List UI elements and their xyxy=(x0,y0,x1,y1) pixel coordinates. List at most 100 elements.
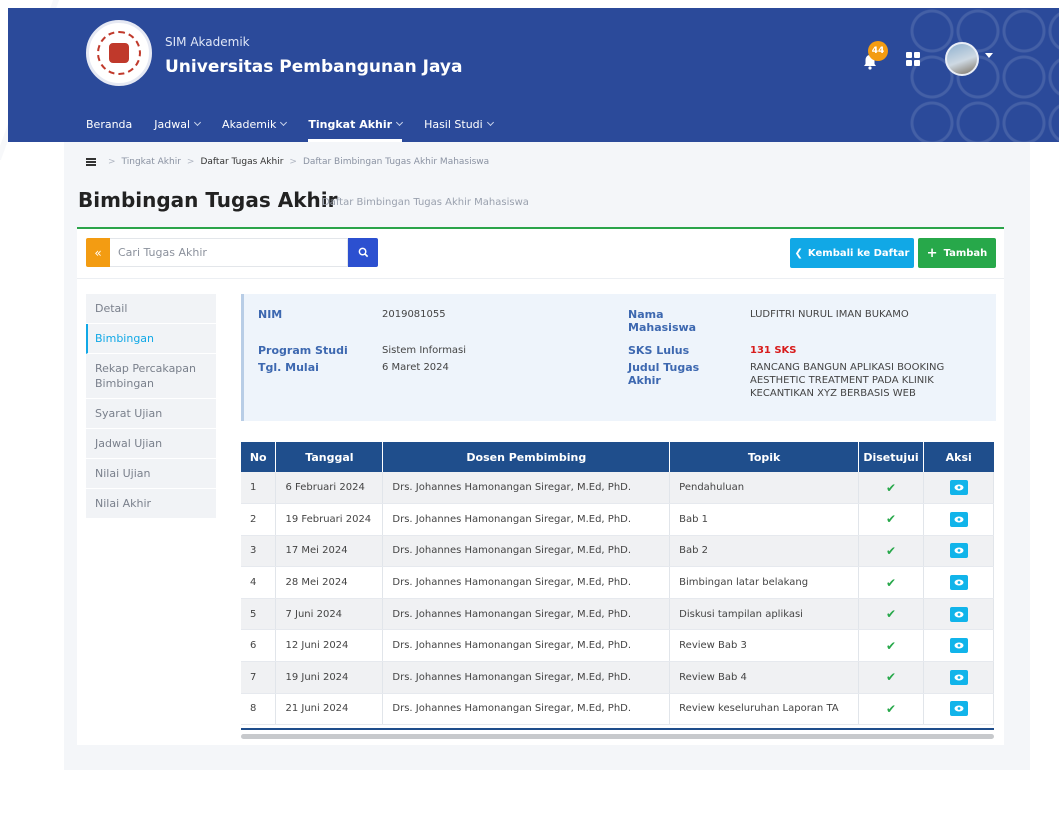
cell-tanggal: 7 Juni 2024 xyxy=(275,598,384,631)
university-logo[interactable] xyxy=(86,20,152,86)
cell-no: 4 xyxy=(241,566,277,599)
check-icon: ✔ xyxy=(885,575,897,590)
start-date-label: Tgl. Mulai xyxy=(258,361,319,374)
view-button[interactable] xyxy=(949,543,968,559)
student-info-panel: NIM 2019081055 Program Studi Sistem Info… xyxy=(241,294,996,421)
cell-tanggal: 12 Juni 2024 xyxy=(275,629,384,663)
side-item-jadwal-ujian[interactable]: Jadwal Ujian xyxy=(86,429,216,459)
nav-item-hasil-studi[interactable]: Hasil Studi xyxy=(424,116,494,132)
search-icon xyxy=(358,247,368,258)
breadcrumb-item[interactable]: Daftar Tugas Akhir xyxy=(200,157,283,167)
cell-topik: Bab 2 xyxy=(669,535,860,568)
col-header-dosen: Dosen Pembimbing xyxy=(382,442,671,472)
cell-dosen: Drs. Johannes Hamonangan Siregar, M.Ed, … xyxy=(382,629,671,663)
program-value: Sistem Informasi xyxy=(382,345,467,356)
chevron-down-icon xyxy=(396,118,404,127)
cell-topik: Bimbingan latar belakang xyxy=(669,566,860,599)
check-icon: ✔ xyxy=(885,670,897,685)
cell-tanggal: 6 Februari 2024 xyxy=(275,472,384,505)
search-button[interactable] xyxy=(348,238,378,267)
sks-value: 131 SKS xyxy=(750,345,797,356)
nav-item-tingkat-akhir[interactable]: Tingkat Akhir xyxy=(308,116,404,142)
view-button[interactable] xyxy=(949,606,968,622)
notification-badge: 44 xyxy=(868,41,888,61)
table-row: 3 17 Mei 2024 Drs. Johannes Hamonangan S… xyxy=(241,535,994,568)
add-button[interactable]: + Tambah xyxy=(918,238,996,268)
app-title: Universitas Pembangunan Jaya xyxy=(165,57,463,77)
logo-ring xyxy=(97,31,141,75)
table-header-row: No Tanggal Dosen Pembimbing Topik Disetu… xyxy=(241,442,994,472)
side-item-nilai-ujian[interactable]: Nilai Ujian xyxy=(86,459,216,489)
check-icon: ✔ xyxy=(885,607,897,622)
program-label: Program Studi xyxy=(258,344,348,357)
view-button[interactable] xyxy=(949,480,968,496)
nav-item-jadwal[interactable]: Jadwal xyxy=(154,116,202,132)
collapse-button[interactable]: « xyxy=(86,238,110,267)
cell-dosen: Drs. Johannes Hamonangan Siregar, M.Ed, … xyxy=(382,472,671,505)
breadcrumb-item[interactable]: Tingkat Akhir xyxy=(122,157,181,167)
nav-item-akademik[interactable]: Akademik xyxy=(222,116,288,132)
side-item-rekap-percakapan[interactable]: Rekap Percakapan Bimbingan xyxy=(86,354,216,399)
check-icon: ✔ xyxy=(885,638,897,653)
search-input[interactable] xyxy=(110,238,348,267)
cell-tanggal: 19 Februari 2024 xyxy=(275,503,384,536)
cell-tanggal: 17 Mei 2024 xyxy=(275,535,384,568)
page-subtitle: Daftar Bimbingan Tugas Akhir Mahasiswa xyxy=(322,197,529,208)
table-row: 6 12 Juni 2024 Drs. Johannes Hamonangan … xyxy=(241,629,994,663)
back-to-list-button[interactable]: ❮ Kembali ke Daftar xyxy=(790,238,914,268)
table-row: 4 28 Mei 2024 Drs. Johannes Hamonangan S… xyxy=(241,566,994,599)
start-date-value: 6 Maret 2024 xyxy=(382,362,449,373)
side-item-syarat-ujian[interactable]: Syarat Ujian xyxy=(86,399,216,429)
side-item-bimbingan[interactable]: Bimbingan xyxy=(86,324,216,354)
chevron-down-icon xyxy=(194,118,202,127)
table-row: 1 6 Februari 2024 Drs. Johannes Hamonang… xyxy=(241,472,994,505)
eye-icon xyxy=(954,516,963,523)
side-item-nilai-akhir[interactable]: Nilai Akhir xyxy=(86,489,216,519)
cell-tanggal: 28 Mei 2024 xyxy=(275,566,384,599)
cell-tanggal: 21 Juni 2024 xyxy=(275,693,384,726)
card-toolbar: « ❮ Kembali ke Daftar + Tambah xyxy=(77,229,1004,279)
table-row: 5 7 Juni 2024 Drs. Johannes Hamonangan S… xyxy=(241,598,994,631)
view-button[interactable] xyxy=(949,575,968,591)
cell-dosen: Drs. Johannes Hamonangan Siregar, M.Ed, … xyxy=(382,661,671,694)
view-button[interactable] xyxy=(949,638,968,654)
nav-item-beranda[interactable]: Beranda xyxy=(86,116,132,132)
page-title: Bimbingan Tugas Akhir xyxy=(78,188,338,212)
eye-icon xyxy=(954,611,963,618)
student-name-value: LUDFITRI NURUL IMAN BUKAMO xyxy=(750,309,909,320)
cell-dosen: Drs. Johannes Hamonangan Siregar, M.Ed, … xyxy=(382,598,671,631)
cell-topik: Review keseluruhan Laporan TA xyxy=(669,693,860,726)
view-button[interactable] xyxy=(949,511,968,527)
cell-dosen: Drs. Johannes Hamonangan Siregar, M.Ed, … xyxy=(382,566,671,599)
cell-topik: Review Bab 4 xyxy=(669,661,860,694)
col-header-aksi: Aksi xyxy=(923,442,994,472)
nim-value: 2019081055 xyxy=(382,309,446,320)
cell-topik: Diskusi tampilan aplikasi xyxy=(669,598,860,631)
cell-dosen: Drs. Johannes Hamonangan Siregar, M.Ed, … xyxy=(382,693,671,726)
cell-topik: Review Bab 3 xyxy=(669,629,860,663)
check-icon: ✔ xyxy=(885,543,897,558)
horizontal-scrollbar[interactable] xyxy=(241,734,994,739)
menu-icon[interactable] xyxy=(86,158,96,166)
col-header-no: No xyxy=(241,442,277,472)
bimbingan-table-wrap: No Tanggal Dosen Pembimbing Topik Disetu… xyxy=(241,442,994,739)
chevron-down-icon xyxy=(280,118,288,127)
thesis-title-value: RANCANG BANGUN APLIKASI BOOKING AESTHETI… xyxy=(750,362,945,399)
chevron-down-icon[interactable] xyxy=(985,53,993,58)
add-button-label: Tambah xyxy=(943,247,988,259)
nim-label: NIM xyxy=(258,308,283,321)
user-avatar[interactable] xyxy=(945,42,979,76)
back-button-label: Kembali ke Daftar xyxy=(807,247,910,259)
breadcrumb-item: Daftar Bimbingan Tugas Akhir Mahasiswa xyxy=(302,157,490,167)
view-button[interactable] xyxy=(949,669,968,685)
table-bottom-border xyxy=(241,728,994,730)
table-row: 7 19 Juni 2024 Drs. Johannes Hamonangan … xyxy=(241,661,994,694)
view-button[interactable] xyxy=(949,701,968,717)
eye-icon xyxy=(954,484,963,491)
table-row: 2 19 Februari 2024 Drs. Johannes Hamonan… xyxy=(241,503,994,536)
side-item-detail[interactable]: Detail xyxy=(86,294,216,324)
cell-dosen: Drs. Johannes Hamonangan Siregar, M.Ed, … xyxy=(382,535,671,568)
main-nav: Beranda Jadwal Akademik Tingkat Akhir Ha… xyxy=(86,116,515,142)
apps-grid-icon[interactable] xyxy=(906,52,920,66)
table-row: 8 21 Juni 2024 Drs. Johannes Hamonangan … xyxy=(241,693,994,726)
